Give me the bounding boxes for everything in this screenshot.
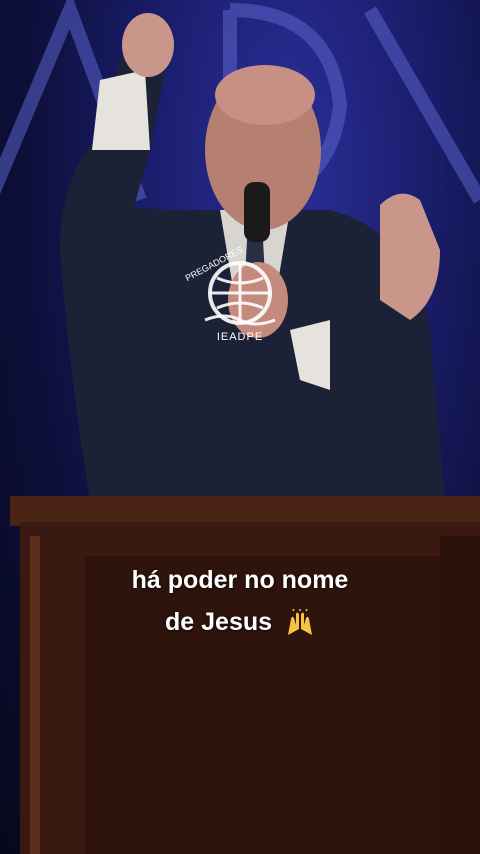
raising-hands-emoji-icon — [287, 609, 312, 636]
watermark-bottom-text: IEADPE — [217, 331, 263, 343]
caption-line-1: há poder no nome — [131, 566, 349, 594]
caption-line-2-text: de Jesus — [165, 608, 273, 636]
video-frame: PREGADORES IEADPE há poder no nome de Je… — [0, 0, 480, 854]
caption-line-2: de Jesus — [0, 608, 480, 637]
wooden-pulpit — [10, 496, 480, 854]
pregadores-ieadpe-watermark: PREGADORES IEADPE — [185, 245, 276, 343]
